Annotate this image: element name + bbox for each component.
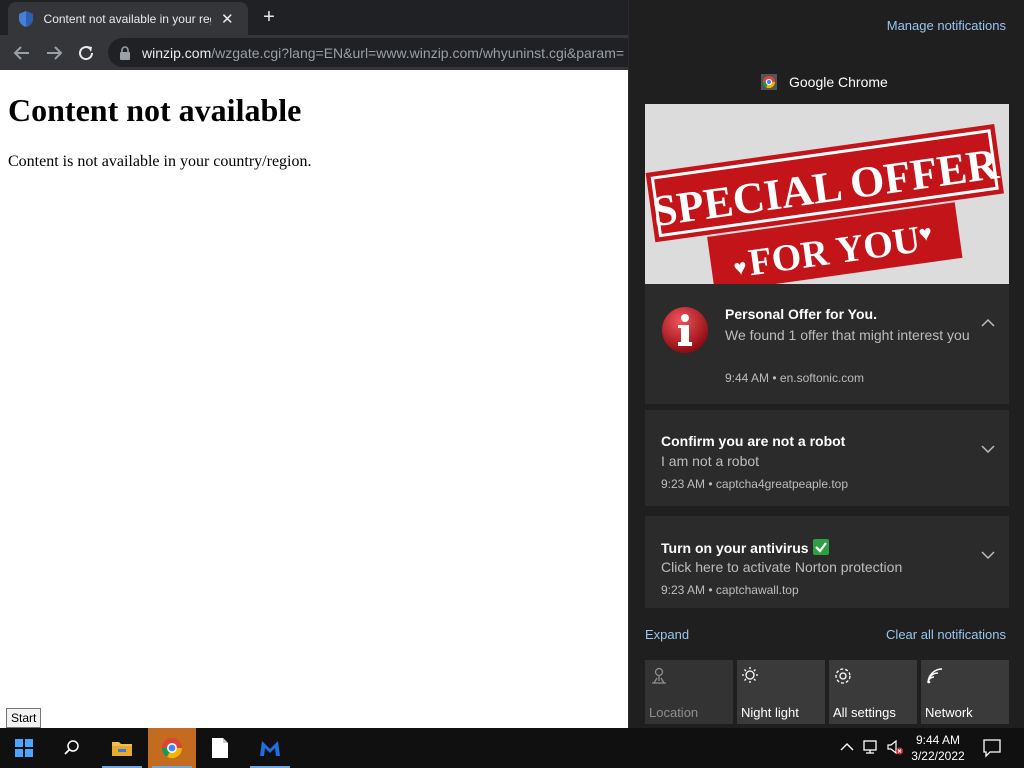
notification-body: I am not a robot <box>661 453 760 469</box>
info-icon <box>662 307 708 353</box>
notification-title: Turn on your antivirus <box>661 539 829 556</box>
clock-date: 3/22/2022 <box>911 749 965 763</box>
tab-content-not-available[interactable]: Content not available in your region ✕ <box>8 2 248 35</box>
search-icon[interactable] <box>48 728 96 768</box>
expand-link[interactable]: Expand <box>645 627 689 642</box>
special-offer-banner[interactable]: SPECIAL OFFER FOR YOU ♥ ♥ <box>645 104 1009 284</box>
lock-icon[interactable] <box>118 45 132 61</box>
clear-all-notifications-link[interactable]: Clear all notifications <box>886 627 1006 642</box>
quick-action-label: Night light <box>741 705 799 720</box>
notification-title: Confirm you are not a robot <box>661 433 846 449</box>
manage-notifications-link[interactable]: Manage notifications <box>887 18 1006 33</box>
page-content: Content not available Content is not ava… <box>0 70 628 728</box>
quick-action-all-settings[interactable]: All settings <box>829 660 917 724</box>
chrome-icon <box>761 74 777 90</box>
gear-icon <box>835 668 851 684</box>
notification-meta: 9:44 AM • en.softonic.com <box>725 371 864 385</box>
quick-action-night-light[interactable]: Night light <box>737 660 825 724</box>
check-mark-icon <box>812 539 829 555</box>
back-icon[interactable] <box>10 41 34 65</box>
notepad-icon[interactable] <box>196 728 244 768</box>
clock-time: 9:44 AM <box>915 733 961 747</box>
quick-action-network[interactable]: Network <box>921 660 1009 724</box>
file-explorer-icon[interactable] <box>98 728 146 768</box>
notification-body: We found 1 offer that might interest you <box>725 327 970 343</box>
quick-action-label: Network <box>925 705 973 720</box>
quick-action-location[interactable]: Location <box>645 660 733 724</box>
volume-muted-icon[interactable] <box>886 738 904 756</box>
network-tray-icon[interactable] <box>862 738 880 756</box>
notification-antivirus[interactable]: Turn on your antivirus Click here to act… <box>645 516 1009 608</box>
chrome-taskbar-icon[interactable] <box>148 728 196 768</box>
notification-body: Click here to activate Norton protection <box>661 559 903 575</box>
start-tooltip: Start <box>6 708 42 728</box>
close-tab-icon[interactable]: ✕ <box>217 10 238 28</box>
windows-start-icon[interactable] <box>0 728 48 768</box>
tab-title: Content not available in your region <box>43 11 211 26</box>
quick-action-label: Location <box>649 705 699 720</box>
action-center: Manage notifications Google Chrome SPECI… <box>628 0 1024 728</box>
notification-meta: 9:23 AM • captcha4greatpeaple.top <box>661 477 849 491</box>
network-icon <box>927 668 943 684</box>
location-icon <box>652 667 666 684</box>
malwarebytes-icon[interactable] <box>246 728 294 768</box>
notification-app-header: Google Chrome <box>761 74 888 90</box>
chevron-down-icon[interactable] <box>981 444 995 454</box>
browser-toolbar: winzip.com/wzgate.cgi?lang=EN&url=www.wi… <box>0 35 648 70</box>
new-tab-icon[interactable]: + <box>258 6 280 28</box>
chevron-down-icon[interactable] <box>981 550 995 560</box>
action-center-icon[interactable] <box>982 738 1002 758</box>
chrome-window: Content not available in your region ✕ +… <box>0 0 648 728</box>
night-light-icon <box>742 667 758 683</box>
tab-strip: Content not available in your region ✕ + <box>0 0 628 35</box>
chevron-up-icon[interactable] <box>838 738 856 756</box>
notification-title: Personal Offer for You. <box>725 306 877 322</box>
page-message: Content is not available in your country… <box>8 153 312 170</box>
taskbar: 9:44 AM 3/22/2022 <box>0 728 1024 768</box>
shield-icon <box>18 10 34 27</box>
notification-meta: 9:23 AM • captchawall.top <box>661 583 799 597</box>
address-bar[interactable]: winzip.com/wzgate.cgi?lang=EN&url=www.wi… <box>108 38 648 67</box>
taskbar-clock[interactable]: 9:44 AM 3/22/2022 <box>906 732 970 764</box>
chevron-up-icon[interactable] <box>981 318 995 328</box>
forward-icon[interactable] <box>42 41 66 65</box>
app-name: Google Chrome <box>789 74 888 90</box>
notification-personal-offer[interactable]: Personal Offer for You. We found 1 offer… <box>645 284 1009 404</box>
notification-robot[interactable]: Confirm you are not a robot I am not a r… <box>645 410 1009 506</box>
desktop: Content not available in your region ✕ +… <box>0 0 1024 768</box>
quick-action-label: All settings <box>833 705 896 720</box>
page-heading: Content not available <box>8 92 302 128</box>
url-text: winzip.com/wzgate.cgi?lang=EN&url=www.wi… <box>142 44 625 61</box>
reload-icon[interactable] <box>74 41 98 65</box>
